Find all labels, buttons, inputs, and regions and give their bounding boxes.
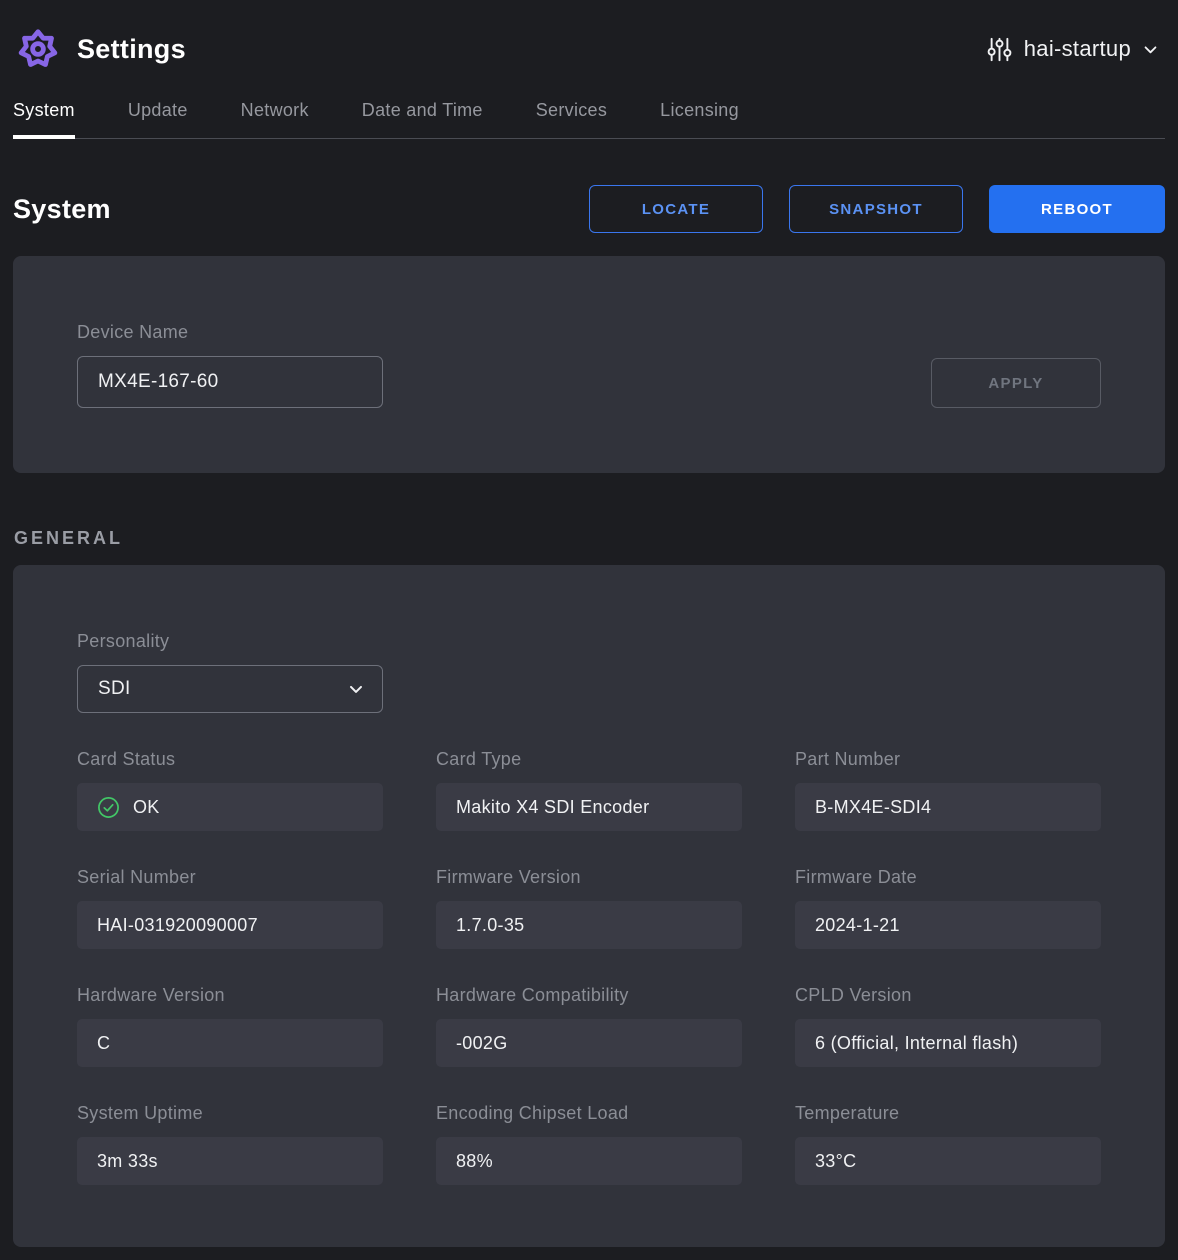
field-value-box: HAI-031920090007 xyxy=(77,901,383,949)
field-value: 1.7.0-35 xyxy=(456,915,524,936)
field-label: Card Status xyxy=(77,749,383,770)
device-name-label: Device Name xyxy=(77,322,383,343)
field-label: Hardware Version xyxy=(77,985,383,1006)
field-value: 2024-1-21 xyxy=(815,915,900,936)
preset-selector[interactable]: hai-startup xyxy=(986,36,1165,63)
settings-tab-bar: System Update Network Date and Time Serv… xyxy=(13,96,1165,139)
field-hardware-compatibility: Hardware Compatibility -002G xyxy=(436,985,742,1067)
snapshot-button[interactable]: SNAPSHOT xyxy=(789,185,963,233)
preset-name: hai-startup xyxy=(1024,36,1131,62)
field-value-box: -002G xyxy=(436,1019,742,1067)
field-serial-number: Serial Number HAI-031920090007 xyxy=(77,867,383,949)
app-header: Settings hai-startup xyxy=(13,0,1165,96)
field-label: Hardware Compatibility xyxy=(436,985,742,1006)
tab-network[interactable]: Network xyxy=(241,100,309,139)
field-card-status: Card Status OK xyxy=(77,749,383,831)
chevron-down-icon xyxy=(1142,41,1159,58)
field-value: 33°C xyxy=(815,1151,856,1172)
field-part-number: Part Number B-MX4E-SDI4 xyxy=(795,749,1101,831)
section-heading: System xyxy=(13,194,111,225)
field-label: Part Number xyxy=(795,749,1101,770)
field-value: -002G xyxy=(456,1033,508,1054)
field-value-box: 6 (Official, Internal flash) xyxy=(795,1019,1101,1067)
field-label: Temperature xyxy=(795,1103,1101,1124)
reboot-button[interactable]: REBOOT xyxy=(989,185,1165,233)
field-value: 3m 33s xyxy=(97,1151,158,1172)
card-status-box: OK xyxy=(77,783,383,831)
field-card-type: Card Type Makito X4 SDI Encoder xyxy=(436,749,742,831)
field-value: C xyxy=(97,1033,110,1054)
field-value-box: 1.7.0-35 xyxy=(436,901,742,949)
tab-update[interactable]: Update xyxy=(128,100,188,139)
field-value: HAI-031920090007 xyxy=(97,915,258,936)
field-value: 88% xyxy=(456,1151,493,1172)
field-value: Makito X4 SDI Encoder xyxy=(456,797,649,818)
device-name-group: Device Name xyxy=(77,322,383,408)
sliders-icon xyxy=(986,36,1013,63)
field-label: System Uptime xyxy=(77,1103,383,1124)
system-actions: LOCATE SNAPSHOT REBOOT xyxy=(589,185,1165,233)
field-label: Firmware Date xyxy=(795,867,1101,888)
personality-select[interactable]: SDI xyxy=(77,665,383,713)
field-firmware-version: Firmware Version 1.7.0-35 xyxy=(436,867,742,949)
general-fields-grid: Card Status OK Card Type Makito X4 SDI E… xyxy=(77,749,1101,1185)
field-value: 6 (Official, Internal flash) xyxy=(815,1033,1018,1054)
select-chevron-down-icon xyxy=(346,679,366,699)
general-section-title: GENERAL xyxy=(13,528,1165,549)
field-system-uptime: System Uptime 3m 33s xyxy=(77,1103,383,1185)
apply-button[interactable]: APPLY xyxy=(931,358,1101,408)
field-hardware-version: Hardware Version C xyxy=(77,985,383,1067)
field-firmware-date: Firmware Date 2024-1-21 xyxy=(795,867,1101,949)
field-label: Serial Number xyxy=(77,867,383,888)
check-circle-icon xyxy=(97,796,120,819)
field-value-box: 2024-1-21 xyxy=(795,901,1101,949)
field-value: OK xyxy=(133,797,160,818)
tab-services[interactable]: Services xyxy=(536,100,607,139)
page-title: Settings xyxy=(77,34,186,65)
locate-button[interactable]: LOCATE xyxy=(589,185,763,233)
field-value: B-MX4E-SDI4 xyxy=(815,797,931,818)
page-heading-row: System LOCATE SNAPSHOT REBOOT xyxy=(13,185,1165,233)
settings-page: Settings hai-startup System xyxy=(0,0,1178,1260)
field-value-box: Makito X4 SDI Encoder xyxy=(436,783,742,831)
field-value-box: 3m 33s xyxy=(77,1137,383,1185)
field-value-box: C xyxy=(77,1019,383,1067)
tab-system[interactable]: System xyxy=(13,100,75,139)
device-name-card: Device Name APPLY xyxy=(13,256,1165,473)
tab-date-and-time[interactable]: Date and Time xyxy=(362,100,483,139)
device-name-input[interactable] xyxy=(77,356,383,408)
field-label: Encoding Chipset Load xyxy=(436,1103,742,1124)
general-card: Personality SDI Card Status xyxy=(13,565,1165,1247)
field-cpld-version: CPLD Version 6 (Official, Internal flash… xyxy=(795,985,1101,1067)
field-temperature: Temperature 33°C xyxy=(795,1103,1101,1185)
field-label: CPLD Version xyxy=(795,985,1101,1006)
field-value-box: 88% xyxy=(436,1137,742,1185)
field-value-box: 33°C xyxy=(795,1137,1101,1185)
field-value-box: B-MX4E-SDI4 xyxy=(795,783,1101,831)
personality-label: Personality xyxy=(77,631,1101,652)
tab-licensing[interactable]: Licensing xyxy=(660,100,739,139)
field-encoding-chipset-load: Encoding Chipset Load 88% xyxy=(436,1103,742,1185)
field-label: Card Type xyxy=(436,749,742,770)
settings-gear-icon xyxy=(13,24,63,74)
personality-value: SDI xyxy=(98,678,131,700)
field-label: Firmware Version xyxy=(436,867,742,888)
personality-group: Personality SDI xyxy=(77,631,1101,713)
